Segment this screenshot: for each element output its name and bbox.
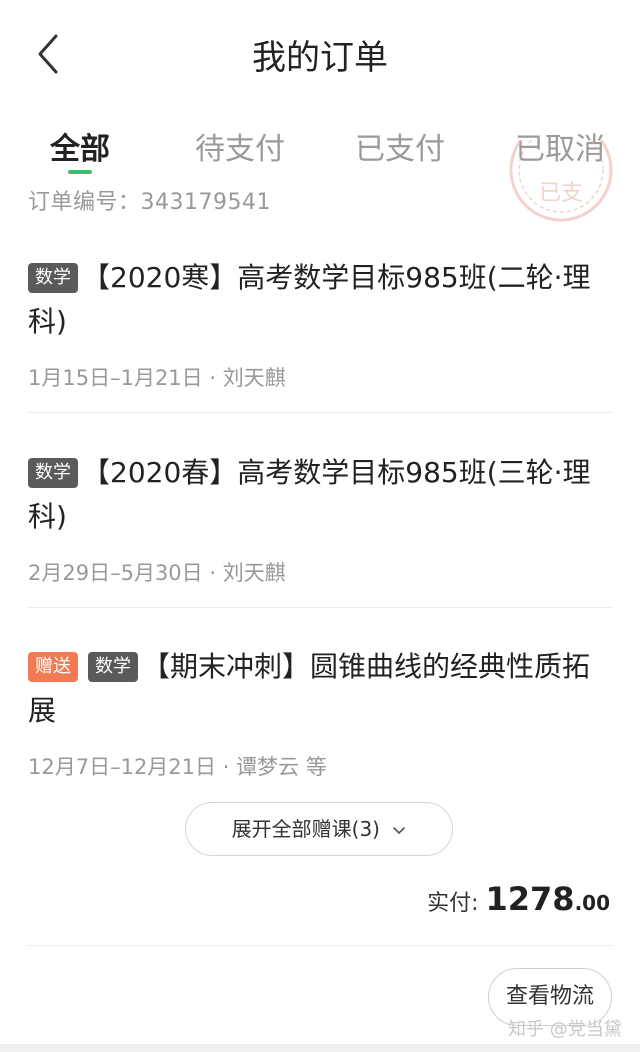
course-meta: 2月29日–5月30日 · 刘天麒: [28, 561, 286, 585]
course-title: 数学 【2020春】高考数学目标985班(三轮·理科): [28, 451, 612, 539]
bottom-bar: [0, 1044, 640, 1052]
paid-amount: 1278: [485, 880, 575, 918]
subject-badge: 数学: [88, 652, 138, 682]
divider: [28, 607, 612, 608]
gift-badge: 赠送: [28, 652, 78, 682]
course-title: 赠送 数学 【期末冲刺】圆锥曲线的经典性质拓展: [28, 645, 612, 733]
course-title: 数学 【2020寒】高考数学目标985班(二轮·理科): [28, 256, 612, 344]
active-tab-indicator: [68, 170, 92, 174]
paid-cents: .00: [574, 891, 610, 915]
paid-stamp-icon: 已支: [509, 140, 613, 222]
paid-total: 实付: 1278.00: [427, 880, 610, 918]
course-meta: 1月15日–1月21日 · 刘天麒: [28, 366, 286, 390]
watermark: 知乎 @党当黛: [508, 1019, 622, 1040]
expand-gift-courses-label: 展开全部赠课(3): [231, 817, 380, 841]
paid-label: 实付:: [427, 891, 479, 916]
course-item[interactable]: 数学 【2020寒】高考数学目标985班(二轮·理科) 1月15日–1月21日 ·…: [28, 256, 612, 392]
paid-stamp-text: 已支: [539, 181, 583, 206]
course-title-text: 【2020寒】高考数学目标985班(二轮·理科): [28, 261, 591, 338]
course-item[interactable]: 数学 【2020春】高考数学目标985班(三轮·理科) 2月29日–5月30日 ·…: [28, 451, 612, 587]
order-number-label: 订单编号：: [28, 190, 141, 215]
page-title: 我的订单: [252, 38, 388, 78]
divider: [28, 412, 612, 413]
expand-gift-courses-button[interactable]: 展开全部赠课(3): [185, 802, 453, 856]
subject-badge: 数学: [28, 458, 78, 488]
chevron-down-icon: [393, 826, 406, 834]
tab-paid[interactable]: 已支付: [330, 124, 470, 168]
order-number-value: 343179541: [140, 190, 271, 215]
order-number: 订单编号：343179541: [28, 184, 271, 216]
course-title-text: 【2020春】高考数学目标985班(三轮·理科): [28, 456, 591, 533]
tab-all[interactable]: 全部: [10, 124, 150, 168]
tab-pending-payment[interactable]: 待支付: [170, 124, 310, 168]
divider: [28, 945, 612, 946]
course-meta: 12月7日–12月21日 · 谭梦云 等: [28, 755, 327, 779]
subject-badge: 数学: [28, 263, 78, 293]
header: 我的订单: [0, 0, 640, 104]
course-item[interactable]: 赠送 数学 【期末冲刺】圆锥曲线的经典性质拓展 12月7日–12月21日 · 谭梦云…: [28, 645, 612, 781]
